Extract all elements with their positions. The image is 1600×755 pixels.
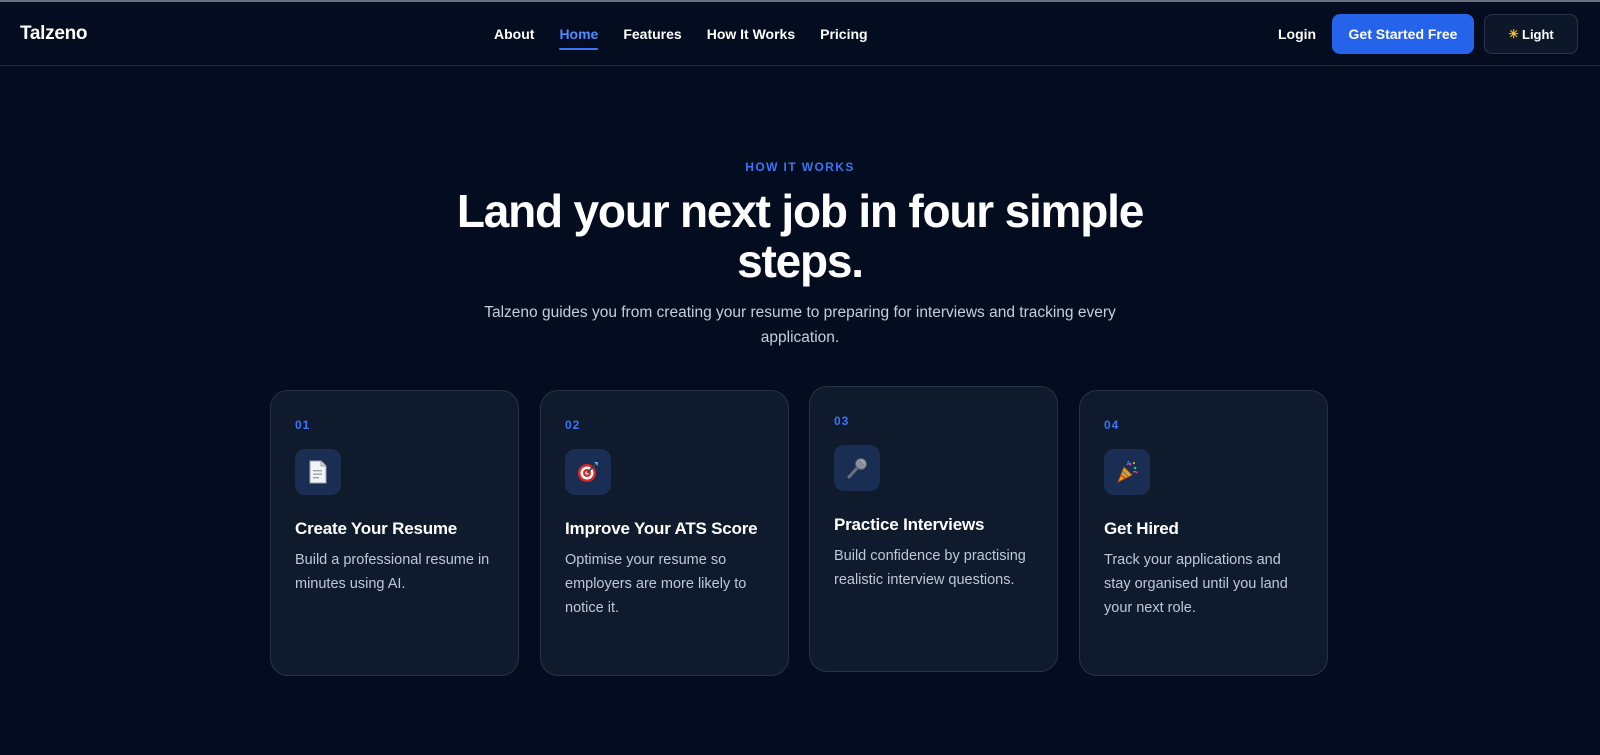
navbar: Talzeno About Home Features How It Works… (0, 2, 1600, 66)
theme-toggle-label: Light (1522, 26, 1554, 42)
microphone-icon (834, 445, 880, 491)
step-number: 01 (295, 418, 311, 432)
party-popper-icon (1104, 449, 1150, 495)
get-started-button[interactable]: Get Started Free (1332, 14, 1474, 54)
step-title: Practice Interviews (834, 515, 985, 534)
step-card-1: 01 Create Your Resume Build a profession… (270, 390, 519, 676)
step-card-2: 02 Improve Your ATS Score Optimise your … (540, 390, 789, 676)
step-description: Optimise your resume so employers are mo… (565, 552, 747, 616)
section-title: Land your next job in four simple steps. (456, 185, 1144, 287)
login-link[interactable]: Login (1278, 2, 1316, 66)
target-icon (565, 449, 611, 495)
nav-link-about[interactable]: About (494, 2, 534, 66)
nav-link-home[interactable]: Home (559, 2, 598, 66)
main-nav: About Home Features How It Works Pricing (494, 2, 893, 66)
step-description: Build a professional resume in minutes u… (295, 552, 490, 592)
step-title: Create Your Resume (295, 519, 458, 538)
step-card-3: 03 Practice Interviews Build confidence … (809, 386, 1058, 672)
step-number: 04 (1104, 418, 1120, 432)
document-icon (295, 449, 341, 495)
step-number: 03 (834, 414, 850, 428)
step-title: Get Hired (1104, 519, 1179, 538)
nav-link-features[interactable]: Features (623, 2, 681, 66)
step-title: Improve Your ATS Score (565, 519, 758, 538)
section-eyebrow: HOW IT WORKS (745, 160, 855, 174)
step-card-4: 04 Get Hired Track your applications and… (1079, 390, 1328, 676)
nav-link-pricing[interactable]: Pricing (820, 2, 867, 66)
section-subtitle: Talzeno guides you from creating your re… (484, 304, 1116, 346)
nav-link-how-it-works[interactable]: How It Works (707, 2, 795, 66)
brand-logo[interactable]: Talzeno (20, 2, 88, 66)
step-description: Track your applications and stay organis… (1104, 552, 1288, 616)
sun-icon: ☀ (1508, 27, 1519, 41)
step-description: Build confidence by practising realistic… (834, 548, 1026, 588)
theme-toggle-button[interactable]: ☀ Light (1484, 14, 1578, 54)
step-number: 02 (565, 418, 581, 432)
